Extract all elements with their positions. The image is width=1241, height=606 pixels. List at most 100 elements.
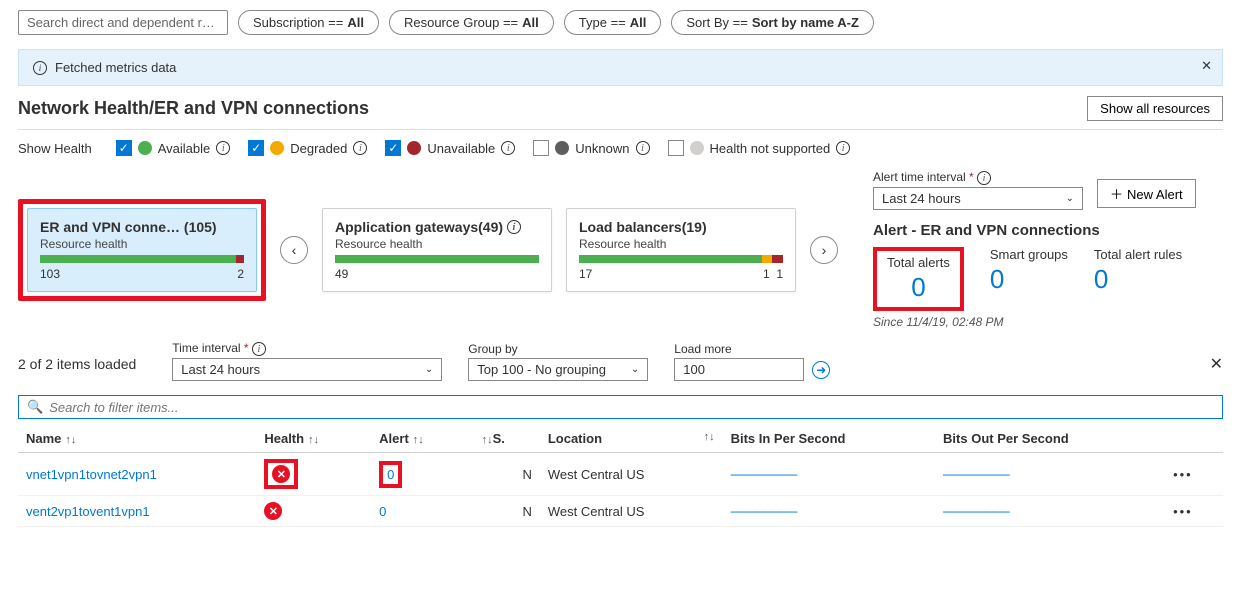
info-icon[interactable]: i [977, 171, 991, 185]
status-dot-icon [270, 141, 284, 155]
info-icon: i [33, 61, 47, 75]
row-actions-button[interactable]: ••• [1173, 467, 1193, 482]
chk-unknown[interactable]: Unknown i [533, 140, 649, 156]
filter-type[interactable]: Type == All [564, 10, 662, 35]
close-icon[interactable]: ✕ [1210, 354, 1223, 374]
count-available: 17 [579, 267, 592, 281]
load-more-input[interactable]: 100 [674, 358, 804, 381]
chk-not-supported[interactable]: Health not supported i [668, 140, 851, 156]
info-icon[interactable]: i [836, 141, 850, 155]
chk-available[interactable]: ✓ Available i [116, 140, 231, 156]
alert-link[interactable]: 0 [387, 467, 394, 482]
cell-s: N [470, 496, 540, 527]
table-row: vent2vp1tovent1vpn1 ✕ 0 N West Central U… [18, 496, 1223, 527]
card-title: Load balancers(19) [579, 219, 707, 235]
bar-available [335, 255, 539, 263]
alerts-section-title: Alert - ER and VPN connections [873, 222, 1223, 239]
chk-label: Unknown [575, 141, 629, 156]
filter-row[interactable]: 🔍 [18, 395, 1223, 419]
sparkline-bits-out: ──────── [943, 504, 1009, 519]
metric-value[interactable]: 0 [911, 272, 925, 303]
alert-interval-select[interactable]: Last 24 hours⌄ [873, 187, 1083, 210]
info-icon[interactable]: i [507, 220, 521, 234]
filter-input[interactable] [49, 400, 1214, 415]
filter-label: Type == [579, 15, 626, 30]
group-by-select[interactable]: Top 100 - No grouping ⌄ [468, 358, 648, 381]
chk-label: Degraded [290, 141, 347, 156]
metric-value[interactable]: 0 [1094, 264, 1182, 295]
info-icon[interactable]: i [353, 141, 367, 155]
col-alert[interactable]: Alert↑↓ [371, 425, 469, 453]
toolbar: Search direct and dependent reso… Subscr… [18, 10, 1223, 35]
filter-label: Resource Group == [404, 15, 518, 30]
checkbox-icon: ✓ [385, 140, 401, 156]
field-label: Group by [468, 342, 648, 356]
filter-subscription[interactable]: Subscription == All [238, 10, 379, 35]
results-table: Name↑↓ Health↑↓ Alert↑↓ ↑↓S. Location↑↓ … [18, 425, 1223, 527]
count-unavailable: 1 [776, 267, 783, 281]
bar-degraded [762, 255, 773, 263]
close-icon[interactable]: ✕ [1201, 58, 1212, 74]
time-interval-field: Time interval * i Last 24 hours⌄ [172, 341, 442, 381]
search-input[interactable]: Search direct and dependent reso… [18, 10, 228, 35]
row-actions-button[interactable]: ••• [1173, 504, 1193, 519]
count-available: 49 [335, 267, 348, 281]
col-name[interactable]: Name↑↓ [18, 425, 256, 453]
status-dot-icon [138, 141, 152, 155]
info-icon[interactable]: i [252, 342, 266, 356]
col-bits-out[interactable]: Bits Out Per Second [935, 425, 1165, 453]
new-alert-button[interactable]: ＋New Alert [1097, 179, 1196, 208]
sort-icon: ↑↓ [413, 434, 424, 446]
alerts-pane: Alert time interval * i Last 24 hours⌄ ＋… [873, 170, 1223, 329]
resource-link[interactable]: vnet1vpn1tovnet2vpn1 [26, 467, 157, 482]
go-button[interactable]: ➜ [812, 361, 830, 379]
metric-value[interactable]: 0 [990, 264, 1068, 295]
bar-available [579, 255, 762, 263]
card-app-gateways[interactable]: Application gateways(49) i Resource heal… [322, 208, 552, 292]
card-er-vpn[interactable]: ER and VPN conne… (105) Resource health … [27, 208, 257, 292]
info-icon[interactable]: i [501, 141, 515, 155]
col-bits-in[interactable]: Bits In Per Second [723, 425, 935, 453]
card-subtitle: Resource health [335, 237, 539, 251]
col-health[interactable]: Health↑↓ [256, 425, 371, 453]
info-icon[interactable]: i [636, 141, 650, 155]
filter-sort-by[interactable]: Sort By == Sort by name A-Z [671, 10, 874, 35]
count-degraded: 1 [763, 267, 770, 281]
select-value: Top 100 - No grouping [477, 362, 606, 377]
resource-link[interactable]: vent2vp1tovent1vpn1 [26, 504, 150, 519]
chk-degraded[interactable]: ✓ Degraded i [248, 140, 367, 156]
prev-card-button[interactable]: ‹ [280, 236, 308, 264]
info-banner-text: Fetched metrics data [55, 60, 176, 75]
chevron-down-icon: ⌄ [1066, 193, 1074, 204]
metric-label: Total alert rules [1094, 247, 1182, 262]
status-dot-icon [407, 141, 421, 155]
checkbox-icon [668, 140, 684, 156]
card-load-balancers[interactable]: Load balancers(19) Resource health 171 1 [566, 208, 796, 292]
alert-link[interactable]: 0 [379, 504, 386, 519]
metric-label: Smart groups [990, 247, 1068, 262]
filter-resource-group[interactable]: Resource Group == All [389, 10, 554, 35]
metric-label: Total alerts [887, 255, 950, 270]
field-label: Alert time interval [873, 170, 966, 184]
alert-rules-col: Total alert rules 0 [1094, 247, 1182, 311]
alert-interval-field: Alert time interval * i Last 24 hours⌄ [873, 170, 1083, 210]
filter-value: Sort by name A-Z [752, 15, 859, 30]
col-s[interactable]: ↑↓S. [470, 425, 540, 453]
highlight-selected-card: ER and VPN conne… (105) Resource health … [18, 199, 266, 301]
info-banner: i Fetched metrics data ✕ [18, 49, 1223, 86]
next-card-button[interactable]: › [810, 236, 838, 264]
col-location[interactable]: Location↑↓ [540, 425, 723, 453]
search-icon: 🔍 [27, 399, 43, 415]
chk-unavailable[interactable]: ✓ Unavailable i [385, 140, 515, 156]
select-value: Last 24 hours [181, 362, 260, 377]
time-interval-select[interactable]: Last 24 hours⌄ [172, 358, 442, 381]
bar-unavailable [236, 255, 244, 263]
card-title: ER and VPN conne… (105) [40, 219, 217, 235]
info-icon[interactable]: i [216, 141, 230, 155]
chevron-down-icon: ⌄ [631, 364, 639, 375]
group-by-field: Group by Top 100 - No grouping ⌄ [468, 342, 648, 381]
highlight-total-alerts: Total alerts 0 [873, 247, 964, 311]
show-all-resources-button[interactable]: Show all resources [1087, 96, 1223, 121]
chk-label: Unavailable [427, 141, 495, 156]
checkbox-icon: ✓ [116, 140, 132, 156]
